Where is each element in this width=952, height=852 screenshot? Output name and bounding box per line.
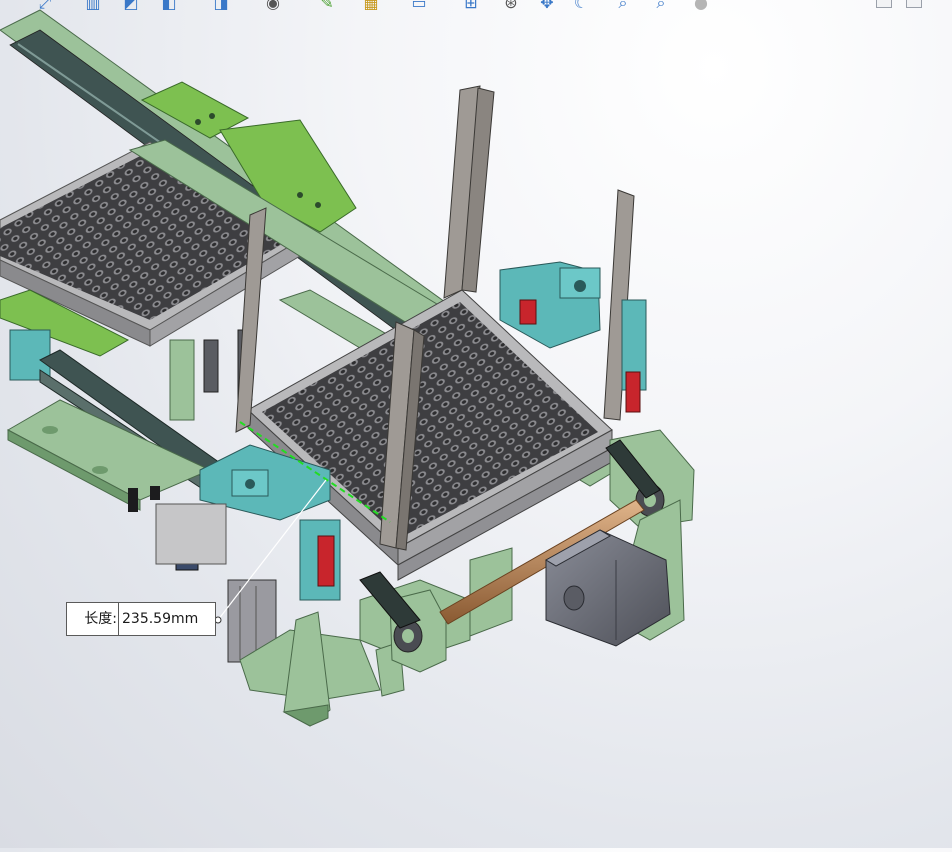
tile-window-icon[interactable] [906,0,922,8]
measure-value: 235.59mm [118,603,215,635]
graphics-viewport[interactable] [0,0,952,848]
zoom-to-selection-icon[interactable]: ⌕ [650,0,672,14]
cad-model-view[interactable] [0,0,952,848]
zoom-in-out-icon[interactable]: ⌕ [612,0,634,14]
section-view-icon[interactable]: ▥ [82,0,104,14]
display-style-icon[interactable]: ◧ [158,0,180,14]
apply-scene-icon[interactable]: ✎ [316,0,338,14]
edit-appearance-icon[interactable]: ◉ [262,0,284,14]
zoom-to-fit-icon[interactable]: ⤢ [34,0,56,14]
view-settings-icon[interactable]: ▭ [408,0,430,14]
display-pane-icon[interactable]: ⊞ [460,0,482,14]
render-icon[interactable]: ▦ [360,0,382,14]
zoom-area-icon[interactable]: ☾ [570,0,592,14]
view-orientation-icon[interactable]: ◩ [120,0,142,14]
help-icon[interactable]: ● [690,0,712,14]
measure-label: 长度: [84,611,117,627]
rotate-view-icon[interactable]: ✥ [536,0,558,14]
restore-window-icon[interactable] [876,0,892,8]
heads-up-view-toolbar: ⤢ ▥ ◩ ◧ ◨ ◉ ✎ ▦ ▭ ⊞ ⊛ ✥ ☾ ⌕ ⌕ ● [0,0,952,16]
move-view-icon[interactable]: ⊛ [500,0,522,14]
measure-callout[interactable]: 长度: 235.59mm [66,602,216,636]
hide-show-icon[interactable]: ◨ [210,0,232,14]
